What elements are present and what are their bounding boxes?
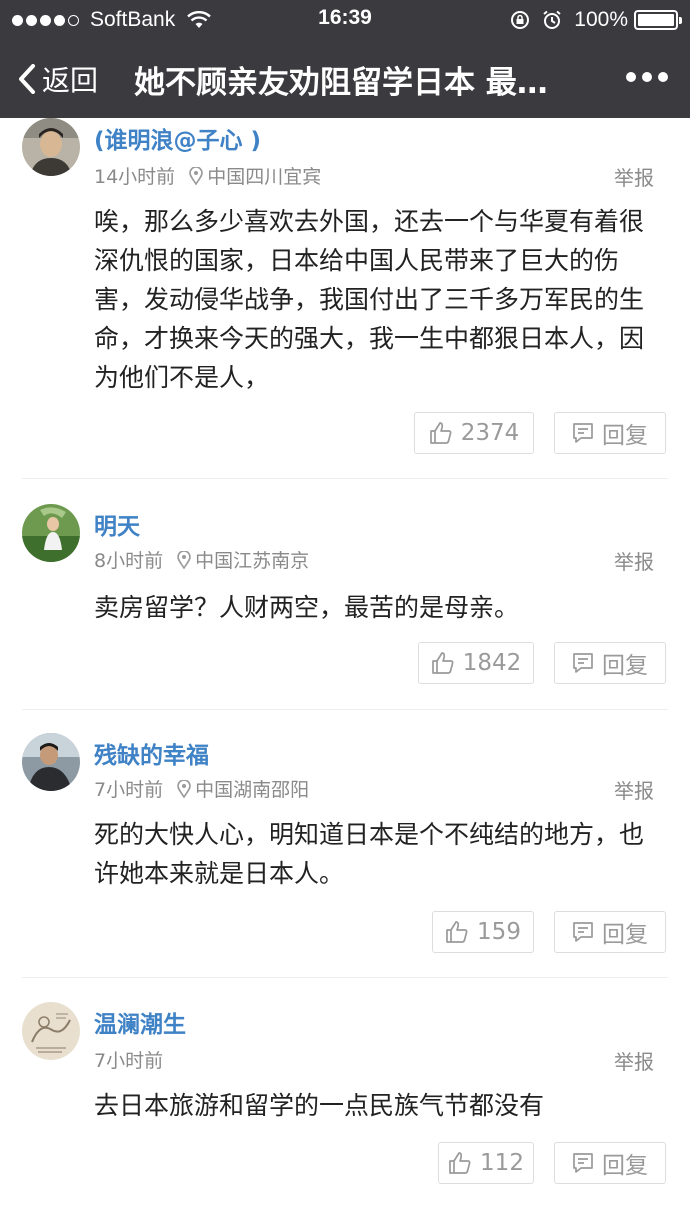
- comment-time: 7小时前: [94, 779, 164, 801]
- comment-text: 唉，那么多少喜欢去外国，还去一个与华夏有着很深仇恨的国家，日本给中国人民带来了巨…: [94, 207, 645, 392]
- comment-location: 中国江苏南京: [177, 546, 309, 573]
- like-button[interactable]: 159: [432, 911, 534, 953]
- reply-button[interactable]: 回复: [554, 412, 666, 454]
- like-button[interactable]: 112: [438, 1142, 534, 1184]
- comment-item: 温澜潮生 7小时前 举报 去日本旅游和留学的一点民族气节都没有 112 回复: [0, 1002, 690, 1222]
- report-link[interactable]: 举报: [614, 162, 654, 191]
- comment-item: 明天 8小时前 中国江苏南京 举报 卖房留学？人财两空，最苦的是母亲。 1842…: [0, 504, 690, 704]
- comment-username[interactable]: 温澜潮生: [94, 1005, 186, 1039]
- like-count: 159: [477, 919, 521, 945]
- comment-time: 8小时前: [94, 550, 164, 572]
- rotation-lock-icon: [510, 10, 530, 30]
- back-button[interactable]: 返回: [18, 40, 98, 118]
- avatar[interactable]: [22, 1002, 80, 1060]
- avatar[interactable]: [22, 118, 80, 176]
- thumbs-up-icon: [446, 921, 468, 943]
- location-text: 中国湖南邵阳: [195, 779, 310, 801]
- avatar[interactable]: [22, 504, 80, 562]
- comment-location: 中国四川宜宾: [189, 162, 321, 189]
- battery-icon: [634, 10, 682, 30]
- like-count: 2374: [460, 420, 520, 446]
- reply-label: 回复: [602, 423, 648, 449]
- comment-meta: 7小时前 中国湖南邵阳: [94, 775, 309, 802]
- comment-text: 卖房留学？人财两空，最苦的是母亲。: [94, 593, 520, 622]
- like-button[interactable]: 2374: [414, 412, 534, 454]
- navigation-bar: 返回 她不顾亲友劝阻留学日本 最…: [0, 40, 690, 118]
- reply-button[interactable]: 回复: [554, 1142, 666, 1184]
- reply-label: 回复: [602, 1153, 648, 1179]
- comment-text: 死的大快人心，明知道日本是个不纯结的地方，也许她本来就是日本人。: [94, 820, 645, 888]
- reply-label: 回复: [602, 922, 648, 948]
- like-count: 1842: [462, 650, 522, 676]
- reply-label: 回复: [602, 653, 648, 679]
- location-pin-icon: [177, 550, 191, 569]
- location-text: 中国江苏南京: [195, 550, 310, 572]
- comment-item: 残缺的幸福 7小时前 中国湖南邵阳 举报 死的大快人心，明知道日本是个不纯结的地…: [0, 733, 690, 973]
- report-link[interactable]: 举报: [614, 775, 654, 804]
- location-pin-icon: [177, 779, 191, 798]
- reply-button[interactable]: 回复: [554, 911, 666, 953]
- comment-location: 中国湖南邵阳: [177, 775, 309, 802]
- location-pin-icon: [189, 166, 203, 185]
- comment-meta: 14小时前 中国四川宜宾: [94, 162, 321, 189]
- avatar[interactable]: [22, 733, 80, 791]
- comment-username[interactable]: 残缺的幸福: [94, 736, 209, 770]
- comment-icon: [573, 1153, 593, 1173]
- like-count: 112: [480, 1150, 524, 1176]
- comment-meta: 8小时前 中国江苏南京: [94, 546, 309, 573]
- comment-text: 去日本旅游和留学的一点民族气节都没有: [94, 1091, 545, 1120]
- thumbs-up-icon: [449, 1152, 471, 1174]
- comment-time: 14小时前: [94, 166, 176, 188]
- comment-icon: [573, 653, 593, 673]
- comment-icon: [573, 922, 593, 942]
- divider: [22, 709, 668, 710]
- comment-icon: [573, 423, 593, 443]
- comment-time: 7小时前: [94, 1050, 164, 1072]
- alarm-icon: [542, 10, 562, 30]
- status-bar: SoftBank 16:39 100%: [0, 0, 690, 40]
- chevron-left-icon: [19, 64, 35, 94]
- battery-percent: 100%: [574, 8, 628, 31]
- like-button[interactable]: 1842: [418, 642, 534, 684]
- comment-item: (谁明浪@子心 ) 14小时前 中国四川宜宾 举报 唉，那么多少喜欢去外国，还去…: [0, 118, 690, 480]
- reply-button[interactable]: 回复: [554, 642, 666, 684]
- comment-username[interactable]: 明天: [94, 507, 140, 541]
- comment-meta: 7小时前: [94, 1046, 163, 1073]
- location-text: 中国四川宜宾: [207, 166, 322, 188]
- more-options-icon[interactable]: [620, 72, 668, 82]
- divider: [22, 478, 668, 479]
- report-link[interactable]: 举报: [614, 546, 654, 575]
- divider: [22, 977, 668, 978]
- back-label: 返回: [42, 64, 99, 97]
- status-right: 100%: [510, 7, 682, 33]
- page-title: 她不顾亲友劝阻留学日本 最…: [134, 64, 548, 101]
- report-link[interactable]: 举报: [614, 1046, 654, 1075]
- thumbs-up-icon: [429, 422, 452, 444]
- thumbs-up-icon: [431, 652, 454, 674]
- comment-username[interactable]: (谁明浪@子心 ): [94, 121, 261, 155]
